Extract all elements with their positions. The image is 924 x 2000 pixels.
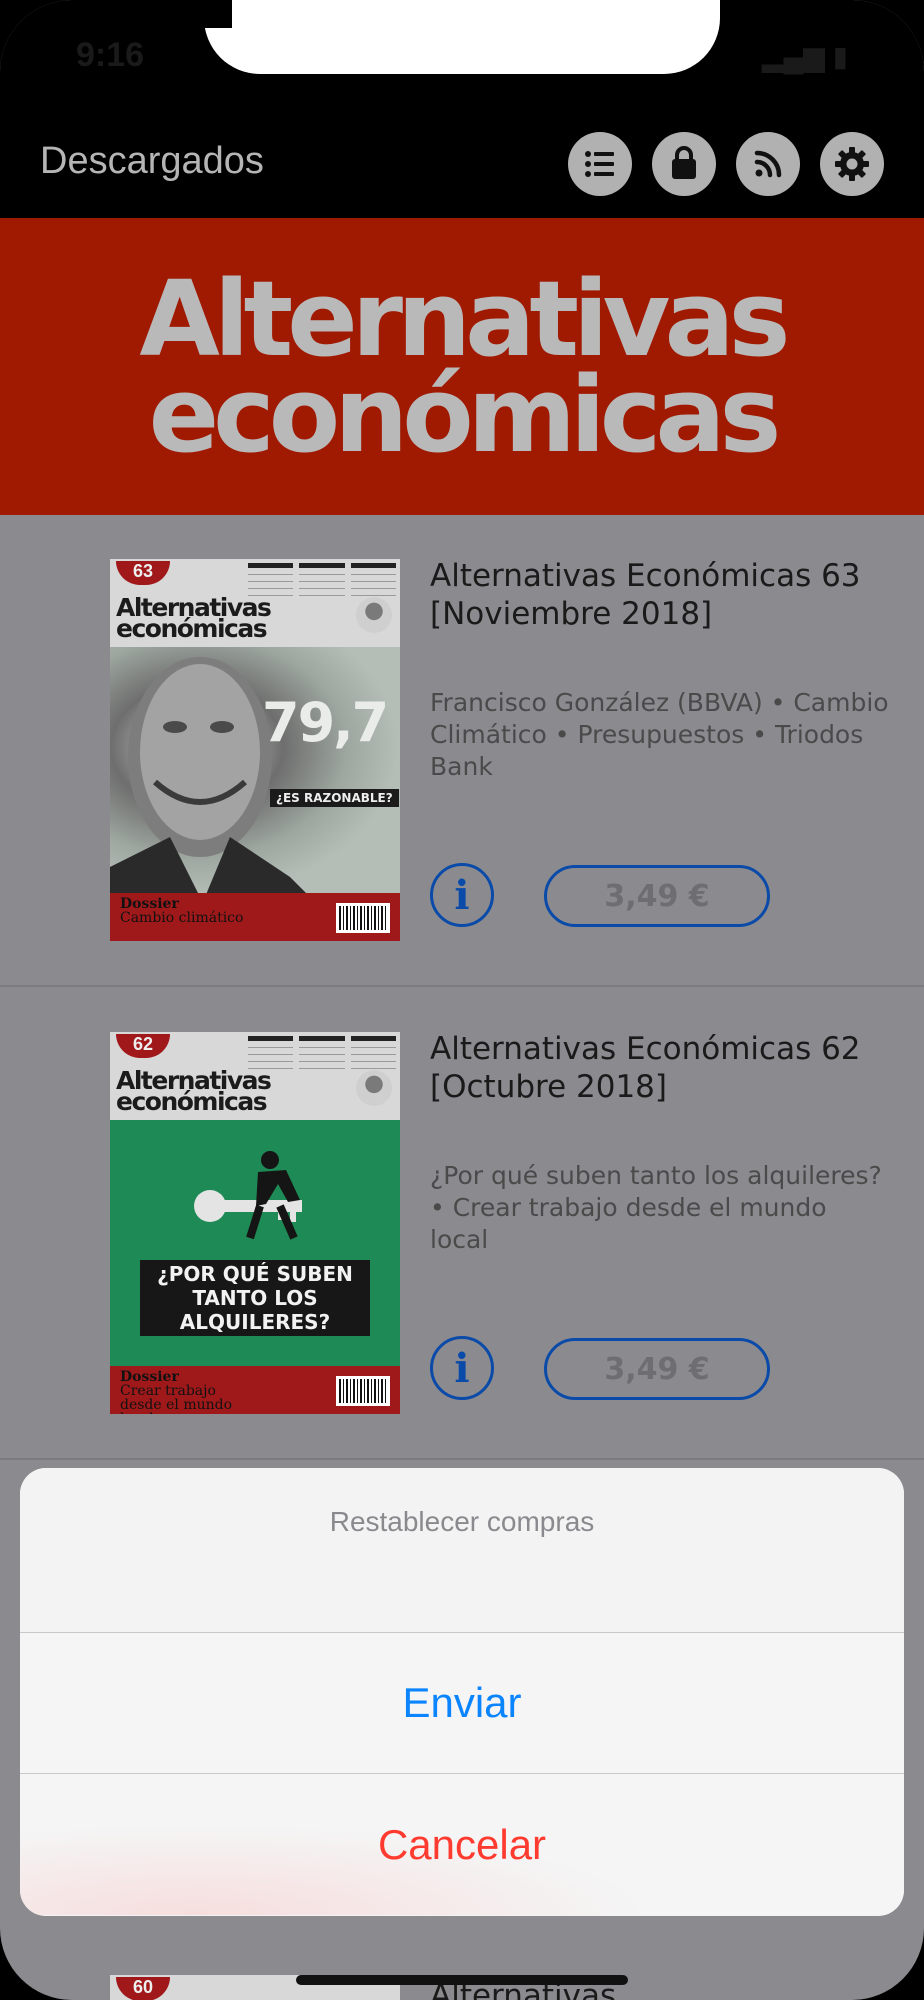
cover-dossier-subtitle: Crear trabajo desde el mundo local [120,1383,233,1414]
cover-illustration: ¿POR QUÉ SUBEN TANTO LOS ALQUILERES? [110,1120,400,1370]
cover-dossier: Dossier Cambio climático [120,897,243,925]
nav-title[interactable]: Descargados [40,140,264,183]
list-item[interactable]: 62 Alternativas económicas ¿POR QUÉ SUBE… [0,988,924,1460]
brand-banner: Alternativas económicas [0,218,924,515]
send-button[interactable]: Enviar [20,1633,904,1774]
cover-number-badge: 62 [116,1034,170,1058]
cover-headline: ¿POR QUÉ SUBEN TANTO LOS ALQUILERES? [140,1260,370,1336]
bag-icon[interactable] [652,132,716,196]
top-bar: 9:16 ▂▄▆ ▮ Descargados [0,0,924,218]
list-icon[interactable] [568,132,632,196]
issue-cover[interactable]: 63 Alternativas económicas 79,7 ¿ES RAZO… [110,559,400,941]
nav-icons [568,132,884,196]
gear-icon[interactable] [820,132,884,196]
issue-description: Francisco González (BBVA) • Cambio Climá… [430,688,889,781]
cover-dossier: Dossier Crear trabajo desde el mundo loc… [120,1370,240,1414]
cover-masthead-line2: económicas [116,614,268,643]
restore-purchases-action-sheet: Restablecer compras Enviar Cancelar [20,1468,904,1916]
cover-masthead: Alternativas económicas [116,595,272,643]
cover-masthead-line2: económicas [116,1087,268,1116]
action-sheet-title: Restablecer compras [20,1468,904,1633]
cover-masthead: Alternativas económicas [116,1068,272,1116]
cover-barcode [336,903,390,933]
list-item[interactable]: 63 Alternativas económicas 79,7 ¿ES RAZO… [0,515,924,987]
cover-number-badge: 63 [116,561,170,585]
cancel-button[interactable]: Cancelar [20,1774,904,1915]
home-indicator[interactable] [296,1975,628,1985]
cover-face-illustration [110,657,310,897]
cover-portrait [356,1070,392,1106]
cover-barcode [336,1376,390,1406]
cover-portrait [356,597,392,633]
phone-screen: 9:16 ▂▄▆ ▮ Descargados Alternativas econ… [0,0,924,2000]
banner-logo-line2: económicas [148,353,782,476]
cover-footer: Dossier Cambio climático [110,893,400,941]
notch [204,0,720,74]
rss-icon[interactable] [736,132,800,196]
cover-tag: ¿ES RAZONABLE? [270,789,399,807]
banner-logo-line1: Alternativas [139,257,790,380]
cover-header: 62 Alternativas económicas [110,1032,400,1120]
cover-footer: Dossier Crear trabajo desde el mundo loc… [110,1366,400,1414]
cover-photo: 79,7 ¿ES RAZONABLE? [110,647,400,897]
price-button[interactable]: 3,49 € [544,865,770,927]
cover-header: 63 Alternativas económicas [110,559,400,647]
cover-columns [248,563,396,597]
cover-dossier-subtitle: Cambio climático [120,910,244,926]
cover-columns [248,1036,396,1070]
key-figure-illustration [194,1151,302,1240]
peek-number-badge: 60 [116,1977,170,2000]
status-indicators: ▂▄▆ ▮ [761,41,848,72]
info-button[interactable]: i [430,1336,494,1400]
info-button[interactable]: i [430,863,494,927]
cover-dossier-label: Dossier [120,896,179,912]
issue-title[interactable]: Alternativas Económicas 63 [Noviembre 20… [430,557,890,633]
issue-title[interactable]: Alternativas Económicas 62 [Octubre 2018… [430,1030,890,1106]
cover-big-number: 79,7 [262,691,389,754]
issue-description: ¿Por qué suben tanto los alquileres? • C… [430,1161,882,1254]
issue-cover[interactable]: 62 Alternativas económicas ¿POR QUÉ SUBE… [110,1032,400,1414]
status-time: 9:16 [76,36,145,74]
price-button[interactable]: 3,49 € [544,1338,770,1400]
cover-dossier-label: Dossier [120,1369,179,1385]
